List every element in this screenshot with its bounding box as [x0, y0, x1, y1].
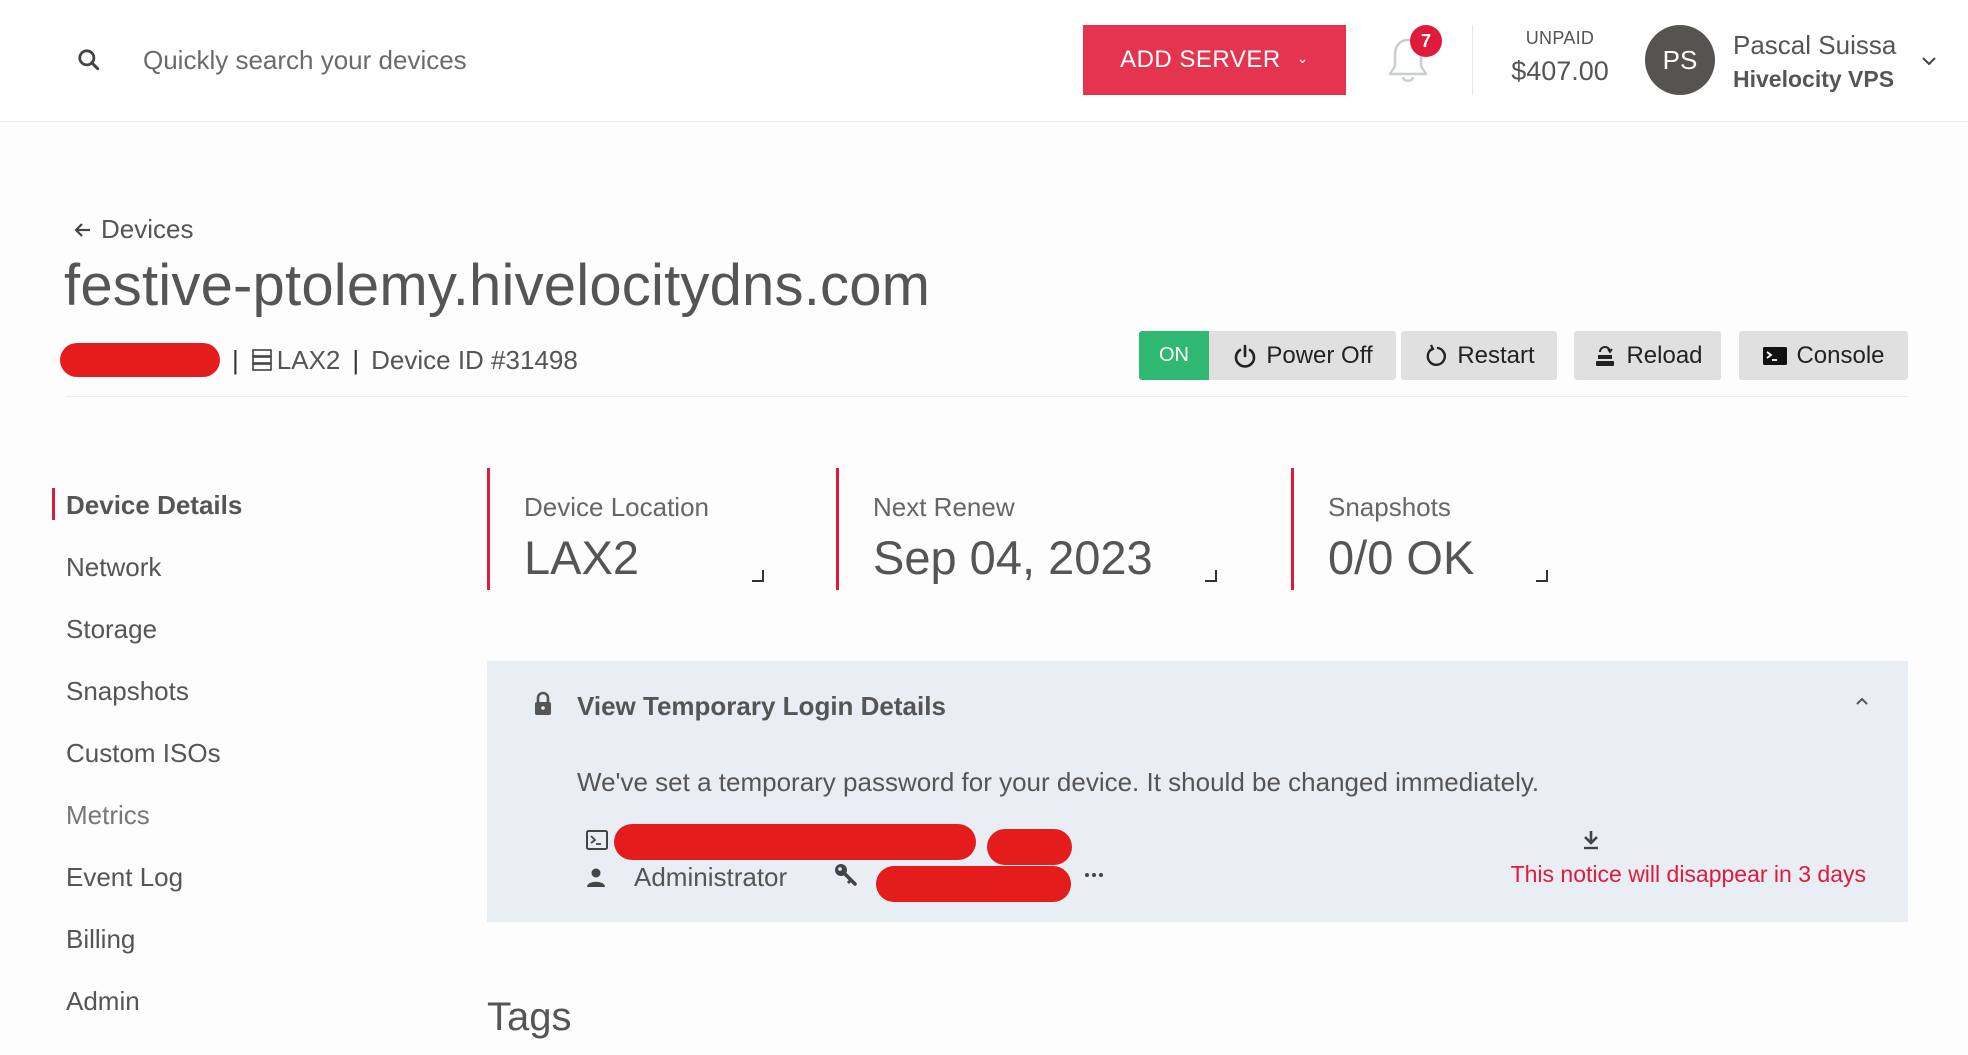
login-username: Administrator [634, 862, 788, 892]
back-link-label: Devices [101, 214, 194, 244]
expand-corner-icon [1536, 570, 1548, 582]
sidebar-item-metrics[interactable]: Metrics [52, 784, 352, 846]
sidebar-item-label: Device Details [66, 489, 243, 520]
login-panel-title[interactable]: View Temporary Login Details [577, 691, 946, 722]
expand-corner-icon [1205, 570, 1217, 582]
unpaid-label: UNPAID [1525, 28, 1595, 48]
notice-expiry-text: This notice will disappear in 3 days [1510, 861, 1866, 887]
user-organization[interactable]: Hivelocity VPS [1733, 66, 1894, 93]
sidebar-item-label: Admin [66, 985, 140, 1016]
sidebar-item-label: Event Log [66, 861, 184, 892]
expand-corner-icon [752, 570, 764, 582]
reload-button[interactable]: Reload [1574, 331, 1721, 380]
stat-value: Sep 04, 2023 [873, 531, 1153, 584]
reload-label: Reload [1626, 341, 1703, 369]
power-icon [1235, 344, 1256, 368]
sidebar-item-device-details[interactable]: Device Details [52, 474, 352, 536]
arrow-left-icon [74, 222, 90, 237]
restart-label: Restart [1457, 341, 1535, 369]
stat-label: Snapshots [1328, 492, 1451, 522]
login-panel-description: We've set a temporary password for your … [577, 767, 1540, 797]
redacted-ssh-command-suffix [987, 829, 1072, 865]
section-divider [66, 396, 1908, 397]
power-off-button[interactable]: Power Off [1209, 331, 1396, 380]
chevron-down-icon: ⌄ [1296, 49, 1309, 66]
console-terminal-icon [1763, 346, 1788, 365]
user-avatar[interactable]: PS [1645, 25, 1715, 95]
restart-icon [1426, 344, 1447, 366]
redacted-password [876, 866, 1071, 902]
search-icon[interactable] [76, 47, 102, 73]
stat-value: LAX2 [524, 531, 639, 584]
device-location-text: LAX2 [276, 344, 341, 375]
sidebar-item-label: Billing [66, 923, 136, 954]
power-status-badge: ON [1139, 331, 1209, 380]
sidebar-item-custom-isos[interactable]: Custom ISOs [52, 722, 352, 784]
redacted-ssh-command [614, 824, 976, 860]
device-info-row: | LAX2 | Device ID #31498 [60, 340, 578, 380]
redacted-ip-address [60, 343, 220, 377]
console-button[interactable]: Console [1739, 331, 1908, 380]
user-name[interactable]: Pascal Suissa [1733, 30, 1896, 61]
stat-label: Device Location [524, 492, 709, 522]
stat-card-snapshots[interactable]: Snapshots 0/0 OK [1291, 468, 1591, 590]
sidebar-item-billing[interactable]: Billing [52, 908, 352, 970]
download-icon[interactable] [1581, 829, 1601, 851]
user-icon [587, 868, 605, 887]
stat-card-device-location[interactable]: Device Location LAX2 [487, 468, 787, 590]
stat-label: Next Renew [873, 492, 1015, 522]
ssh-terminal-icon [586, 830, 608, 850]
more-options-icon[interactable] [1082, 869, 1106, 881]
stat-value: 0/0 OK [1328, 531, 1475, 584]
sidebar-item-label: Snapshots [66, 675, 189, 706]
tags-heading: Tags [487, 995, 572, 1039]
add-server-label: ADD SERVER [1120, 46, 1281, 73]
device-search-input[interactable] [143, 38, 743, 82]
temporary-login-panel: View Temporary Login Details We've set a… [487, 661, 1908, 922]
sidebar-item-snapshots[interactable]: Snapshots [52, 660, 352, 722]
device-id-text: Device ID #31498 [371, 344, 578, 375]
chevron-up-icon[interactable] [1851, 691, 1873, 713]
unpaid-amount[interactable]: $407.00 [1490, 56, 1630, 87]
notification-count-badge: 7 [1410, 25, 1442, 57]
sidebar-item-event-log[interactable]: Event Log [52, 846, 352, 908]
user-menu-chevron-icon[interactable] [1918, 50, 1940, 72]
sidebar-item-label: Metrics [66, 799, 150, 830]
separator: | [232, 344, 239, 375]
device-hostname-title: festive-ptolemy.hivelocitydns.com [64, 253, 931, 318]
sidebar-item-admin[interactable]: Admin [52, 970, 352, 1032]
device-sidebar-nav: Device Details Network Storage Snapshots… [52, 474, 352, 1032]
sidebar-item-label: Network [66, 551, 162, 582]
back-to-devices-link[interactable]: Devices [73, 214, 193, 245]
add-server-button[interactable]: ADD SERVER ⌄ [1083, 25, 1346, 95]
sidebar-item-label: Storage [66, 613, 158, 644]
lock-icon [535, 691, 551, 715]
server-icon [251, 349, 272, 371]
sidebar-item-label: Custom ISOs [66, 737, 221, 768]
reload-os-icon [1596, 345, 1615, 366]
power-off-label: Power Off [1266, 341, 1373, 369]
console-label: Console [1796, 341, 1885, 369]
restart-button[interactable]: Restart [1401, 331, 1557, 380]
header-divider [1472, 25, 1473, 95]
stat-card-next-renew[interactable]: Next Renew Sep 04, 2023 [836, 468, 1286, 590]
key-icon [835, 864, 857, 886]
sidebar-item-network[interactable]: Network [52, 536, 352, 598]
top-header: ADD SERVER ⌄ 7 UNPAID $407.00 PS Pascal … [0, 0, 1968, 122]
separator: | [352, 344, 360, 375]
sidebar-item-storage[interactable]: Storage [52, 598, 352, 660]
